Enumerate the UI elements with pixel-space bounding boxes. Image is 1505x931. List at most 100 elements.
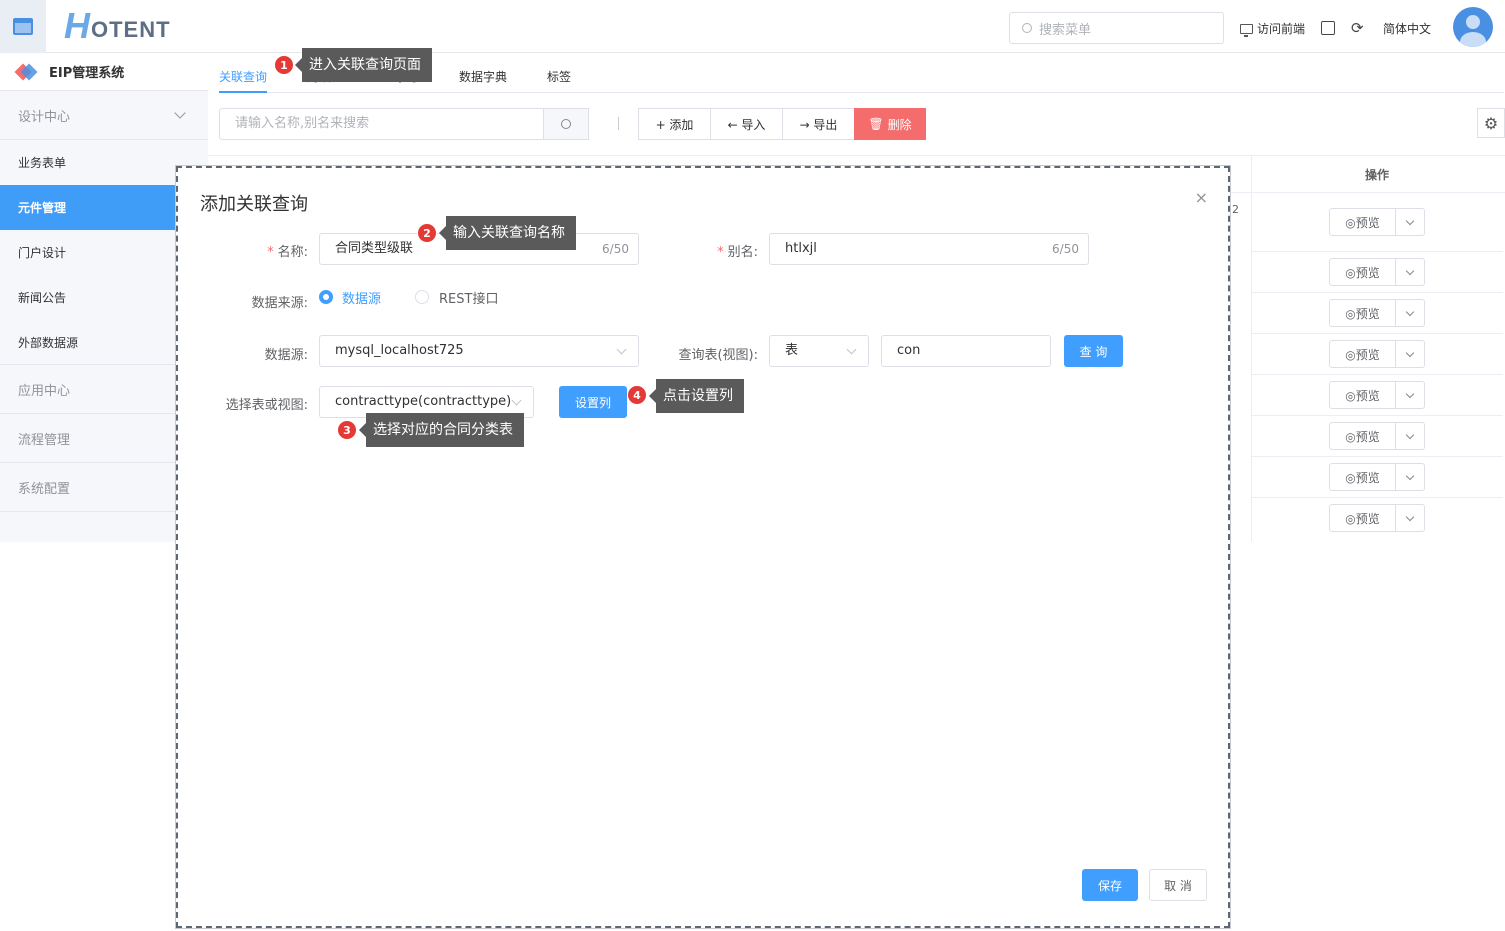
query-keyword-input[interactable]: con xyxy=(881,335,1051,367)
alias-value: htlxjl xyxy=(785,241,817,256)
datasource-select[interactable]: mysql_localhost725 xyxy=(319,335,639,367)
chevron-down-icon xyxy=(846,344,857,355)
chevron-down-icon[interactable] xyxy=(1396,505,1424,531)
refresh-icon[interactable]: ⟳ xyxy=(1351,19,1364,37)
cancel-button[interactable]: 取 消 xyxy=(1149,869,1207,901)
menu-search-input[interactable]: 搜索菜单 xyxy=(1009,12,1224,44)
annotation-callout-1: 进入关联查询页面 xyxy=(295,48,432,82)
table-row-divider xyxy=(1251,333,1503,334)
operation-header: 操作 xyxy=(1365,168,1390,182)
preview-label: ◎预览 xyxy=(1330,341,1396,367)
sidebar-group-label: 流程管理 xyxy=(18,432,71,448)
source-type-label: 数据来源: xyxy=(251,296,308,311)
preview-label: ◎预览 xyxy=(1330,209,1396,235)
preview-button[interactable]: ◎预览 xyxy=(1329,463,1425,491)
list-search-button[interactable] xyxy=(543,108,589,140)
preview-button[interactable]: ◎预览 xyxy=(1329,381,1425,409)
query-type-select[interactable]: 表 xyxy=(769,335,869,367)
visit-frontend-label: 访问前端 xyxy=(1257,22,1306,36)
tab-related-query[interactable]: 关联查询 xyxy=(219,68,267,85)
system-title-label: EIP管理系统 xyxy=(49,66,125,81)
chevron-down-icon[interactable] xyxy=(1396,300,1424,326)
sidebar-item-label: 元件管理 xyxy=(18,201,67,215)
system-title: EIP管理系统 xyxy=(0,53,208,91)
chevron-down-icon xyxy=(174,107,186,119)
alias-char-count: 6/50 xyxy=(1052,242,1079,256)
close-icon[interactable]: × xyxy=(1195,188,1208,207)
menu-search-placeholder: 搜索菜单 xyxy=(1039,22,1092,38)
sidebar-item-label: 新闻公告 xyxy=(18,291,67,305)
fullscreen-icon[interactable] xyxy=(1321,21,1335,35)
chevron-down-icon[interactable] xyxy=(1396,423,1424,449)
select-table-label: 选择表或视图: xyxy=(225,398,308,413)
visit-frontend-link[interactable]: 访问前端 xyxy=(1240,20,1305,37)
chevron-down-icon[interactable] xyxy=(1396,209,1424,235)
table-row-divider xyxy=(1251,415,1503,416)
annotation-badge-2: 2 xyxy=(417,223,437,243)
radio-datasource[interactable] xyxy=(319,290,333,304)
preview-button[interactable]: ◎预览 xyxy=(1329,208,1425,236)
preview-label: ◎预览 xyxy=(1330,382,1396,408)
trash-icon: 🗑 xyxy=(868,117,884,131)
logo-text: OTENT xyxy=(91,17,171,42)
preview-label: ◎预览 xyxy=(1330,259,1396,285)
language-switch[interactable]: 简体中文 xyxy=(1383,20,1431,37)
query-keyword-value: con xyxy=(897,343,921,358)
table-row-divider xyxy=(1251,374,1503,375)
menu-toggle-button[interactable] xyxy=(0,0,46,53)
toolbar-divider xyxy=(618,117,619,130)
delete-button[interactable]: 🗑 删除 xyxy=(854,108,926,140)
monitor-icon xyxy=(1240,23,1253,37)
table-row-divider xyxy=(1251,292,1503,293)
chevron-down-icon[interactable] xyxy=(1396,259,1424,285)
top-header: H OTENT 搜索菜单 访问前端 ⟳ 简体中文 xyxy=(0,0,1505,53)
annotation-callout-2: 输入关联查询名称 xyxy=(439,216,576,250)
export-button[interactable]: → 导出 xyxy=(782,108,855,140)
annotation-callout-3: 选择对应的合同分类表 xyxy=(359,413,524,447)
preview-button[interactable]: ◎预览 xyxy=(1329,258,1425,286)
chevron-down-icon[interactable] xyxy=(1396,341,1424,367)
sidebar-group-label: 应用中心 xyxy=(18,383,71,399)
save-button[interactable]: 保存 xyxy=(1082,869,1138,901)
preview-button[interactable]: ◎预览 xyxy=(1329,504,1425,532)
list-search-input[interactable]: 请输入名称,别名来搜索 xyxy=(219,108,544,140)
radio-datasource-label[interactable]: 数据源 xyxy=(342,288,381,307)
select-table-value: contracttype(contracttype) xyxy=(335,394,512,409)
active-tab-indicator xyxy=(219,91,267,93)
sidebar-group-label: 设计中心 xyxy=(18,109,71,125)
delete-label: 删除 xyxy=(887,117,912,132)
chevron-down-icon[interactable] xyxy=(1396,382,1424,408)
table-row-divider xyxy=(1251,456,1503,457)
menu-icon xyxy=(13,18,33,35)
preview-button[interactable]: ◎预览 xyxy=(1329,299,1425,327)
add-button[interactable]: + 添加 xyxy=(638,108,711,140)
app-logo: H OTENT xyxy=(64,8,171,44)
tab-tags[interactable]: 标签 xyxy=(547,68,571,85)
user-avatar[interactable] xyxy=(1453,7,1493,47)
preview-button[interactable]: ◎预览 xyxy=(1329,422,1425,450)
name-label-text: 名称: xyxy=(277,245,308,260)
query-table-label: 查询表(视图): xyxy=(678,348,758,363)
sidebar-group-design[interactable]: 设计中心 xyxy=(0,91,208,140)
name-label: * 名称: xyxy=(267,245,308,260)
annotation-callout-4: 点击设置列 xyxy=(649,379,744,413)
alias-field[interactable]: htlxjl 6/50 xyxy=(769,233,1089,265)
datasource-value: mysql_localhost725 xyxy=(335,343,464,358)
annotation-badge-1: 1 xyxy=(274,55,294,75)
preview-button[interactable]: ◎预览 xyxy=(1329,340,1425,368)
radio-rest[interactable] xyxy=(415,290,429,304)
sidebar-item-label: 业务表单 xyxy=(18,156,67,170)
preview-label: ◎预览 xyxy=(1330,464,1396,490)
add-related-query-dialog: 添加关联查询 × * 名称: 合同类型级联 6/50 * 别名: htlxjl 6/… xyxy=(176,166,1230,928)
tab-data-dictionary[interactable]: 数据字典 xyxy=(459,68,507,85)
set-columns-button[interactable]: 设置列 xyxy=(559,386,627,418)
gear-icon[interactable]: ⚙ xyxy=(1477,108,1505,138)
preview-label: ◎预览 xyxy=(1330,505,1396,531)
query-button[interactable]: 查 询 xyxy=(1064,335,1123,367)
chevron-down-icon[interactable] xyxy=(1396,464,1424,490)
toolbar-buttons: + 添加 ← 导入 → 导出 🗑 删除 xyxy=(638,108,926,140)
dialog-title: 添加关联查询 xyxy=(200,194,308,215)
radio-rest-label[interactable]: REST接口 xyxy=(439,288,498,307)
import-button[interactable]: ← 导入 xyxy=(710,108,783,140)
name-value: 合同类型级联 xyxy=(335,241,414,256)
